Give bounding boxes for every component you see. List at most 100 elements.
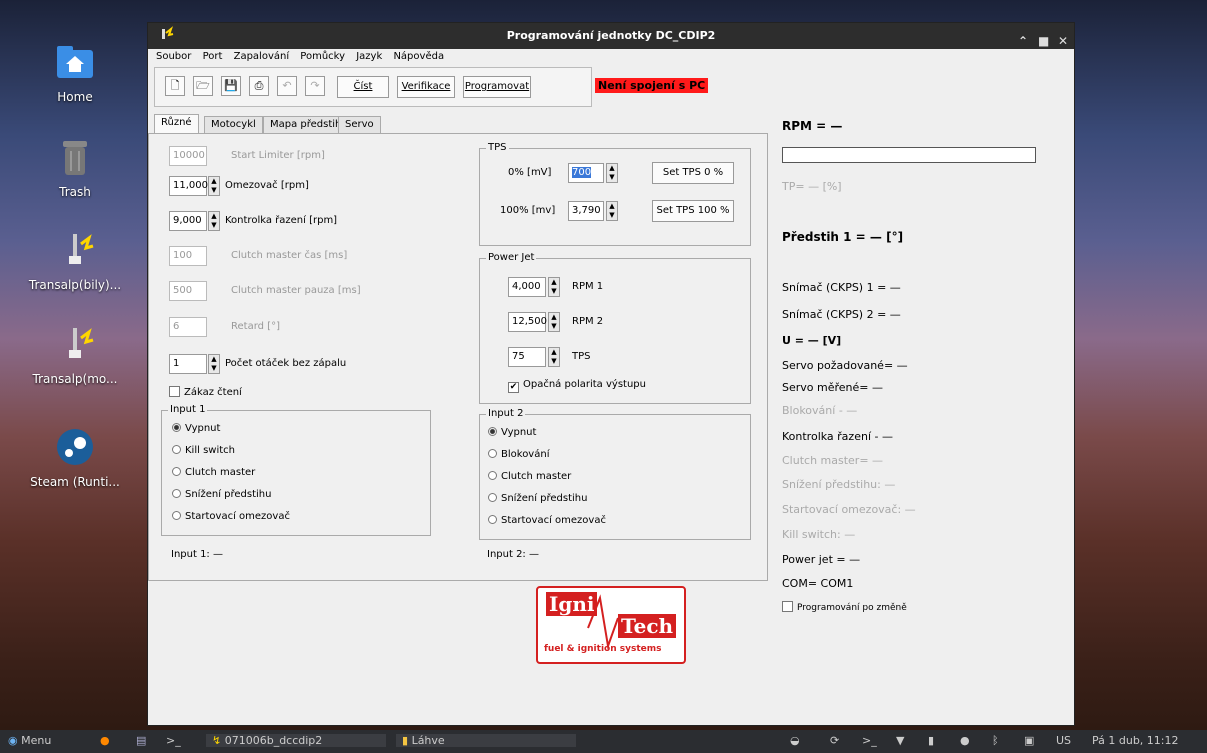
powerjet-rpm1-input[interactable]: 4,000 <box>508 277 546 297</box>
powerjet-title: Power Jet <box>486 252 537 263</box>
bluetooth-icon[interactable]: ᛒ <box>992 734 999 747</box>
network-icon[interactable]: ◒ <box>790 734 800 747</box>
input1-option[interactable]: Clutch master <box>172 467 255 478</box>
program-button[interactable]: Programovat <box>463 76 531 98</box>
input2-option[interactable]: Vypnut <box>488 427 536 438</box>
menu-soubor[interactable]: Soubor <box>156 51 191 62</box>
voltage-readout: U = — [V] <box>782 334 842 347</box>
maximize-icon[interactable]: ■ <box>1038 28 1049 54</box>
tp-readout: TP= — [%] <box>782 180 842 193</box>
read-button[interactable]: Číst <box>337 76 389 98</box>
desktop-icon-home[interactable]: Home <box>20 40 130 104</box>
window-title: Programování jednotky DC_CDIP2 <box>506 29 716 42</box>
start-menu-button[interactable]: ◉ Menu <box>8 734 51 747</box>
powerjet-group: Power Jet 4,000 ▲ ▼ RPM 1 12,500 ▲ ▼ RPM 2… <box>479 252 751 404</box>
tps-zero-spinner[interactable]: ▲ ▼ <box>606 163 618 183</box>
terminal-tray-icon[interactable]: >_ <box>862 734 877 747</box>
tray-icon[interactable]: ⟳ <box>830 734 839 747</box>
wifi-icon[interactable]: ▼ <box>896 734 904 747</box>
task-dccdip2[interactable]: ↯ 071006b_dccdip2 <box>206 734 386 747</box>
powerjet-rpm1-spinner[interactable]: ▲ ▼ <box>548 277 560 297</box>
desktop-icon-transalp-mo[interactable]: Transalp(mo... <box>20 322 130 386</box>
save-icon[interactable]: 💾 <box>221 76 241 96</box>
input2-option[interactable]: Startovací omezovač <box>488 515 606 526</box>
checkbox-box[interactable] <box>782 601 793 612</box>
input1-title: Input 1 <box>168 404 208 415</box>
battery-icon[interactable]: ▮ <box>928 734 934 747</box>
powerjet-tps-spinner[interactable]: ▲ ▼ <box>548 347 560 367</box>
set-tps-0-button[interactable]: Set TPS 0 % <box>652 162 734 184</box>
new-file-icon[interactable]: 🗋 <box>165 76 185 96</box>
input2-option[interactable]: Blokování <box>488 449 549 460</box>
clock[interactable]: Pá 1 dub, 11:12 <box>1092 734 1179 747</box>
home-folder-icon <box>53 40 97 84</box>
checkbox-box[interactable] <box>169 386 180 397</box>
input2-option[interactable]: Clutch master <box>488 471 571 482</box>
polarity-label: Opačná polarita výstupu <box>523 379 646 390</box>
close-icon[interactable]: ✕ <box>1058 28 1068 54</box>
no-spark-input[interactable]: 1 <box>169 354 207 374</box>
menu-jazyk[interactable]: Jazyk <box>356 51 382 62</box>
tps-zero-input[interactable]: 700 <box>568 163 604 183</box>
retard-input[interactable]: 6 <box>169 317 207 337</box>
shift-light-input[interactable]: 9,000 <box>169 211 207 231</box>
task-lahve[interactable]: ▮ Láhve <box>396 734 576 747</box>
kill-switch-readout: Kill switch: — <box>782 528 856 541</box>
logo-text-tech: Tech <box>618 614 677 638</box>
shift-light-readout: Kontrolka řazení - — <box>782 430 893 443</box>
desktop-label: Transalp(bily)... <box>28 278 122 292</box>
files-icon[interactable]: ▤ <box>136 734 146 747</box>
shift-light-spinner[interactable]: ▲ ▼ <box>208 211 220 231</box>
input1-option[interactable]: Kill switch <box>172 445 235 456</box>
open-folder-icon[interactable]: 🗁 <box>193 76 213 96</box>
menu-napoveda[interactable]: Nápověda <box>393 51 444 62</box>
polarity-checkbox[interactable]: ✔ Opačná polarita výstupu <box>508 379 646 393</box>
keyboard-layout[interactable]: US <box>1056 734 1071 747</box>
tab-motocykl[interactable]: Motocykl <box>204 116 263 134</box>
input1-option[interactable]: Snížení předstihu <box>172 489 271 500</box>
set-tps-100-button[interactable]: Set TPS 100 % <box>652 200 734 222</box>
limiter-input[interactable]: 11,000 <box>169 176 208 196</box>
trash-icon <box>53 135 97 179</box>
no-read-checkbox[interactable]: Zákaz čtení <box>169 386 242 398</box>
input2-option[interactable]: Snížení předstihu <box>488 493 587 504</box>
tps-full-input[interactable]: 3,790 <box>568 201 604 221</box>
checkbox-checked[interactable]: ✔ <box>508 382 519 393</box>
tab-servo[interactable]: Servo <box>338 116 381 134</box>
start-limiter-label: Start Limiter [rpm] <box>231 150 325 161</box>
minimize-icon[interactable]: ⌃ <box>1018 28 1028 54</box>
limiter-spinner[interactable]: ▲ ▼ <box>208 176 220 196</box>
input1-option[interactable]: Startovací omezovač <box>172 511 290 522</box>
menu-pomucky[interactable]: Pomůcky <box>300 51 345 62</box>
terminal-icon[interactable]: >_ <box>166 734 181 747</box>
steam-tray-icon[interactable]: ● <box>960 734 970 747</box>
tps-zero-label: 0% [mV] <box>508 167 552 178</box>
menu-zapalovani[interactable]: Zapalování <box>234 51 290 62</box>
taskbar: ◉ Menu ● ▤ >_ ↯ 071006b_dccdip2 ▮ Láhve … <box>0 730 1207 753</box>
window-titlebar[interactable]: Programování jednotky DC_CDIP2 ⌃ ■ ✕ <box>148 23 1074 49</box>
start-limiter-input[interactable]: 10000 <box>169 146 207 166</box>
redo-icon[interactable]: ↷ <box>305 76 325 96</box>
no-spark-spinner[interactable]: ▲ ▼ <box>208 354 220 374</box>
input1-option[interactable]: Vypnut <box>172 423 220 434</box>
tab-ruzne[interactable]: Různé <box>154 114 199 134</box>
desktop-icon-transalp-bily[interactable]: Transalp(bily)... <box>20 228 130 292</box>
prog-on-change-checkbox[interactable]: Programování po změně <box>782 601 907 613</box>
verify-button[interactable]: Verifikace <box>397 76 455 98</box>
menu-port[interactable]: Port <box>203 51 223 62</box>
clutch-pause-input[interactable]: 500 <box>169 281 207 301</box>
desktop-icon-trash[interactable]: Trash <box>20 135 130 199</box>
powerjet-tps-label: TPS <box>572 351 591 362</box>
powerjet-rpm2-spinner[interactable]: ▲ ▼ <box>548 312 560 332</box>
firefox-icon[interactable]: ● <box>100 734 110 747</box>
rpm-readout: RPM = — <box>782 119 843 133</box>
display-icon[interactable]: ▣ <box>1024 734 1034 747</box>
powerjet-tps-input[interactable]: 75 <box>508 347 546 367</box>
powerjet-rpm2-input[interactable]: 12,500 <box>508 312 547 332</box>
advance-readout: Předstih 1 = — [°] <box>782 230 904 244</box>
clutch-time-input[interactable]: 100 <box>169 246 207 266</box>
print-icon[interactable]: ⎙ <box>249 76 269 96</box>
tps-full-spinner[interactable]: ▲ ▼ <box>606 201 618 221</box>
undo-icon[interactable]: ↶ <box>277 76 297 96</box>
desktop-icon-steam[interactable]: Steam (Runti... <box>20 425 130 489</box>
